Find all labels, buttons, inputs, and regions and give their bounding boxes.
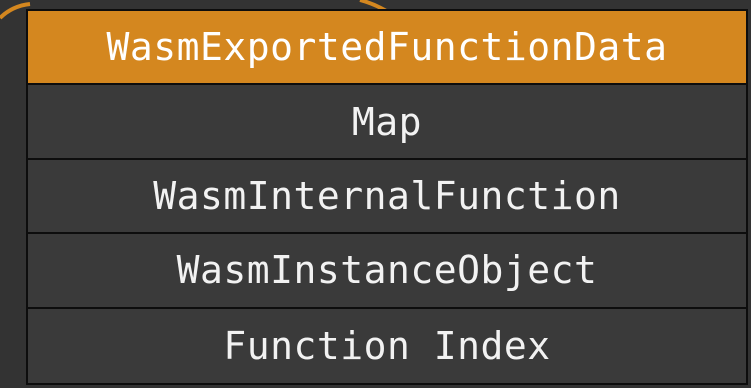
wasm-exported-function-data-struct: WasmExportedFunctionData Map WasmInterna… (26, 9, 748, 385)
struct-row-instance-object: WasmInstanceObject (28, 234, 746, 309)
diagram-canvas: WasmExportedFunctionData Map WasmInterna… (0, 0, 751, 388)
struct-row-map: Map (28, 85, 746, 160)
struct-row-function-index: Function Index (223, 323, 551, 368)
struct-row-header: WasmExportedFunctionData (28, 11, 746, 86)
struct-row-internal-function: WasmInternalFunction (28, 160, 746, 235)
